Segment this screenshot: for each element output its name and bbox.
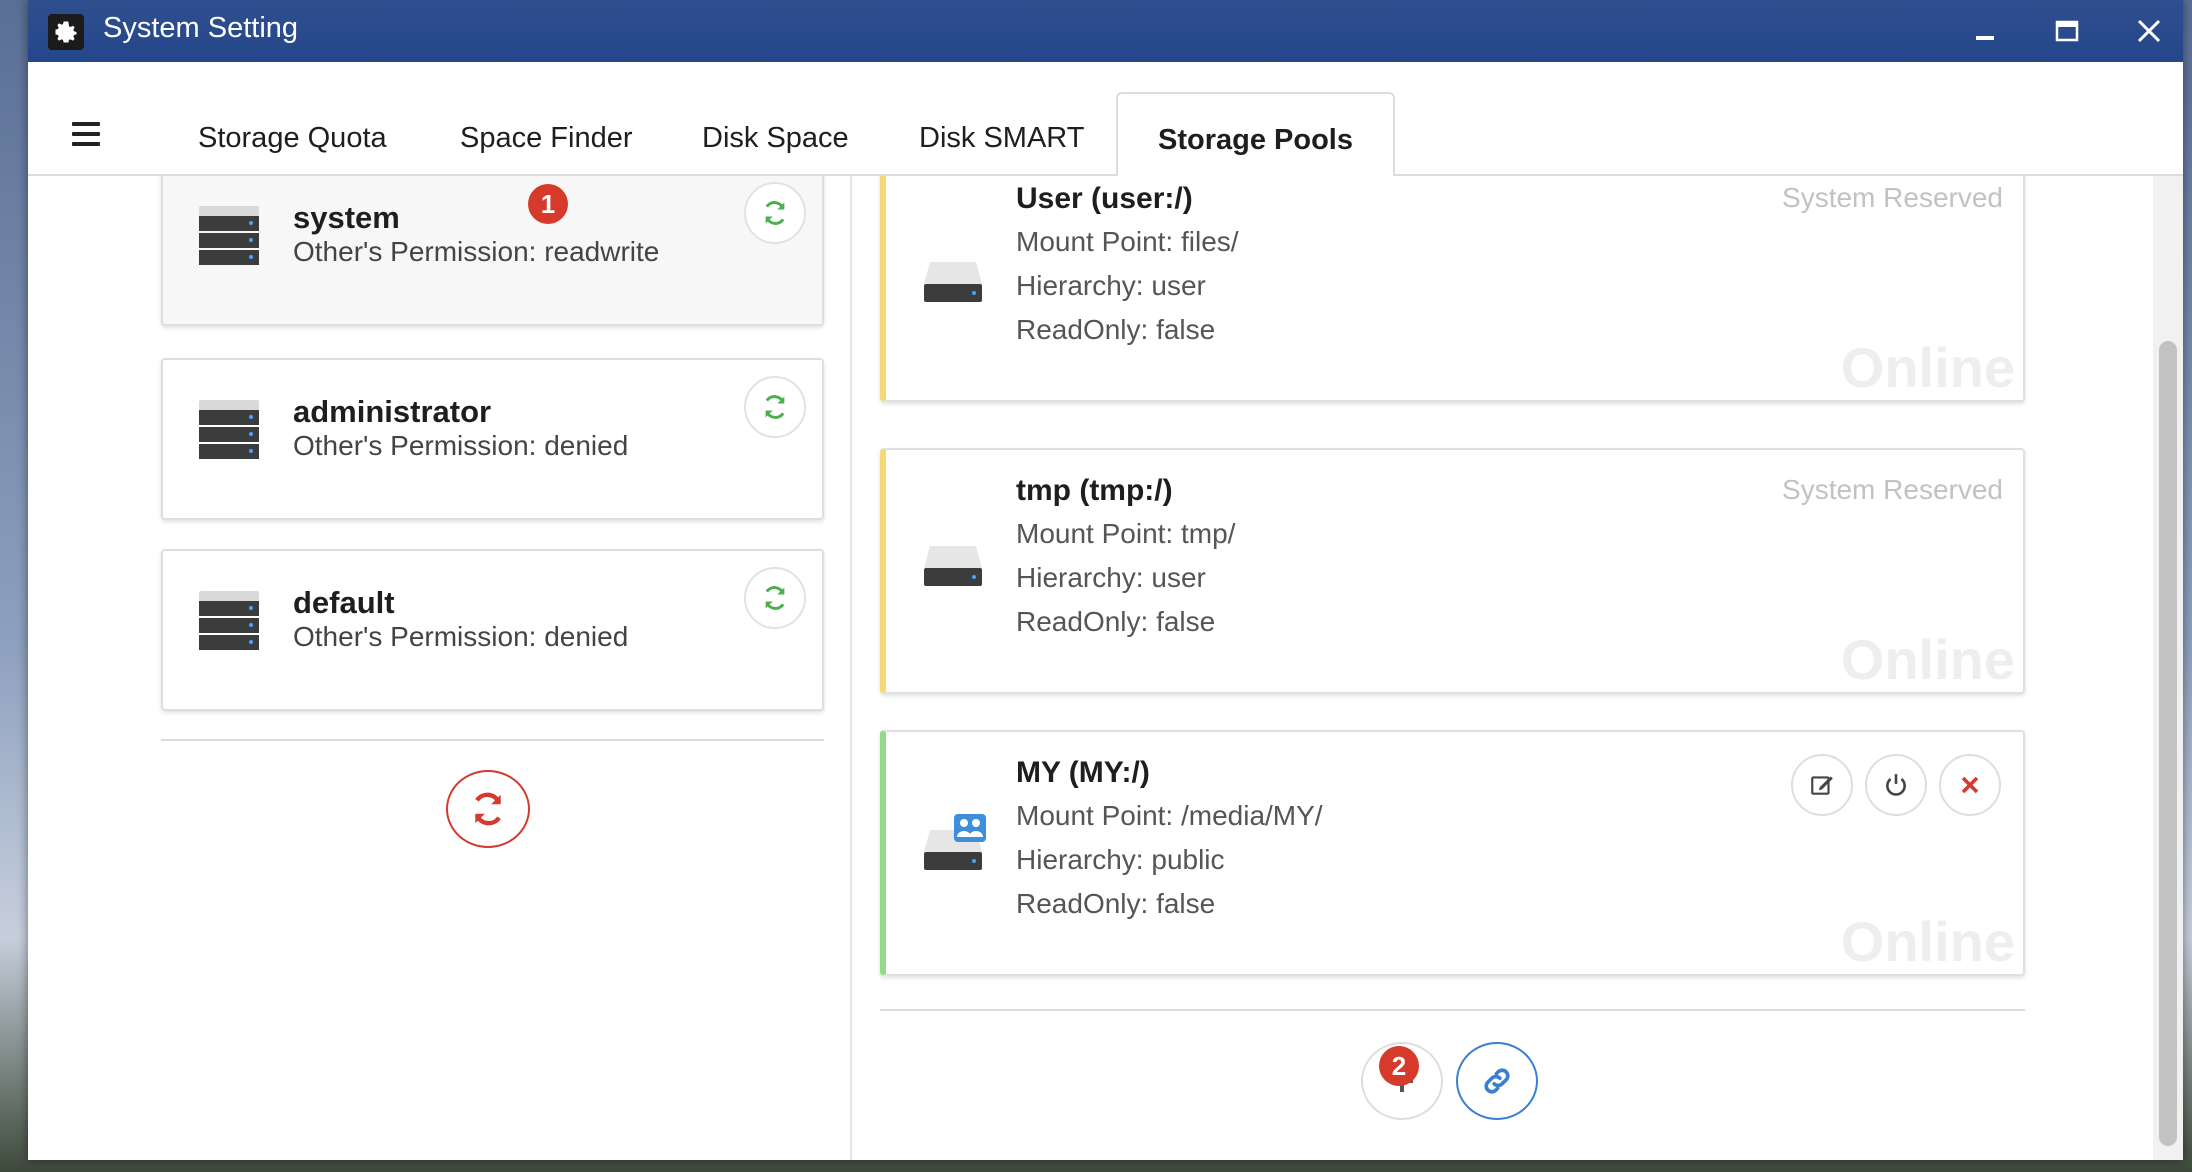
user-permission: Other's Permission: readwrite — [293, 236, 660, 267]
pool-mount-point: Mount Point: files/ — [1016, 226, 1239, 257]
pool-actions — [1791, 754, 2001, 816]
title-bar: System Setting — [28, 0, 2183, 62]
pool-status: Online — [1840, 910, 2015, 973]
drive-icon — [924, 262, 982, 302]
user-permission: Other's Permission: denied — [293, 621, 629, 652]
refresh-icon — [765, 201, 785, 225]
tab-storage-quota[interactable]: Storage Quota — [198, 122, 387, 155]
pool-card-user[interactable]: User (user:/) Mount Point: files/ Hierar… — [880, 176, 2025, 402]
user-name: system — [293, 200, 400, 235]
user-card-system[interactable]: system Other's Permission: readwrite — [161, 176, 824, 326]
system-reserved-label: System Reserved — [1782, 182, 2003, 213]
pool-status: Online — [1840, 336, 2015, 399]
refresh-user-button[interactable] — [744, 567, 806, 629]
edit-icon — [1811, 776, 1833, 795]
close-button[interactable] — [2128, 12, 2170, 50]
server-rack-icon — [199, 400, 259, 459]
user-card-default[interactable]: default Other's Permission: denied — [161, 549, 824, 711]
gear-icon — [48, 14, 84, 50]
pool-readonly: ReadOnly: false — [1016, 314, 1216, 345]
server-rack-icon — [199, 591, 259, 650]
panel-divider — [850, 176, 852, 1160]
link-icon — [1484, 1068, 1510, 1094]
maximize-button[interactable] — [2046, 12, 2088, 50]
refresh-user-button[interactable] — [744, 376, 806, 438]
system-reserved-label: System Reserved — [1782, 474, 2003, 505]
minimize-icon — [1976, 36, 1994, 40]
pool-mount-point: Mount Point: /media/MY/ — [1016, 800, 1323, 831]
content-area: system Other's Permission: readwrite 1 a… — [28, 176, 2153, 1160]
right-divider — [880, 1009, 2025, 1011]
tab-disk-smart[interactable]: Disk SMART — [919, 122, 1084, 155]
scrollbar-thumb[interactable] — [2159, 341, 2177, 1146]
minimize-button[interactable] — [1964, 12, 2006, 50]
pool-name: tmp (tmp:/) — [1016, 474, 1173, 507]
server-rack-icon — [199, 206, 259, 265]
edit-pool-button[interactable] — [1791, 754, 1853, 816]
pool-card-tmp[interactable]: tmp (tmp:/) Mount Point: tmp/ Hierarchy:… — [880, 448, 2025, 694]
power-icon — [1886, 774, 1906, 796]
vertical-scrollbar[interactable] — [2153, 176, 2183, 1160]
tab-disk-space[interactable]: Disk Space — [702, 122, 849, 155]
pool-mount-point: Mount Point: tmp/ — [1016, 518, 1236, 549]
drive-icon — [924, 546, 982, 586]
refresh-user-button[interactable] — [744, 182, 806, 244]
refresh-icon — [765, 395, 785, 419]
step-badge-1: 1 — [528, 184, 568, 224]
pool-hierarchy: Hierarchy: public — [1016, 844, 1225, 875]
tab-space-finder[interactable]: Space Finder — [460, 122, 633, 155]
maximize-icon — [2055, 20, 2079, 42]
pool-hierarchy: Hierarchy: user — [1016, 562, 1206, 593]
refresh-icon — [474, 792, 502, 826]
remove-pool-button[interactable] — [1939, 754, 2001, 816]
hamburger-icon[interactable] — [72, 122, 100, 146]
pool-card-my[interactable]: MY (MY:/) Mount Point: /media/MY/ Hierar… — [880, 730, 2025, 976]
pool-readonly: ReadOnly: false — [1016, 606, 1216, 637]
pool-name: User (user:/) — [1016, 182, 1193, 215]
unmount-pool-button[interactable] — [1865, 754, 1927, 816]
left-divider — [161, 739, 824, 741]
link-pool-button[interactable] — [1456, 1042, 1538, 1120]
tab-storage-pools[interactable]: Storage Pools — [1116, 92, 1395, 178]
step-badge-2: 2 — [1379, 1046, 1419, 1086]
public-drive-icon — [924, 814, 986, 870]
refresh-icon — [765, 586, 785, 610]
close-icon — [2137, 19, 2161, 43]
system-setting-window: System Setting Storage Quota Space Finde… — [28, 0, 2183, 1160]
window-title: System Setting — [103, 12, 299, 44]
tab-bar: Storage Quota Space Finder Disk Space Di… — [28, 62, 2183, 178]
user-name: administrator — [293, 394, 492, 429]
user-card-administrator[interactable]: administrator Other's Permission: denied — [161, 358, 824, 520]
pool-status: Online — [1840, 628, 2015, 691]
pool-readonly: ReadOnly: false — [1016, 888, 1216, 919]
user-permission: Other's Permission: denied — [293, 430, 629, 461]
pool-hierarchy: Hierarchy: user — [1016, 270, 1206, 301]
x-icon — [1961, 776, 1979, 794]
refresh-all-button[interactable] — [446, 770, 530, 848]
user-name: default — [293, 585, 395, 620]
pool-name: MY (MY:/) — [1016, 756, 1150, 789]
